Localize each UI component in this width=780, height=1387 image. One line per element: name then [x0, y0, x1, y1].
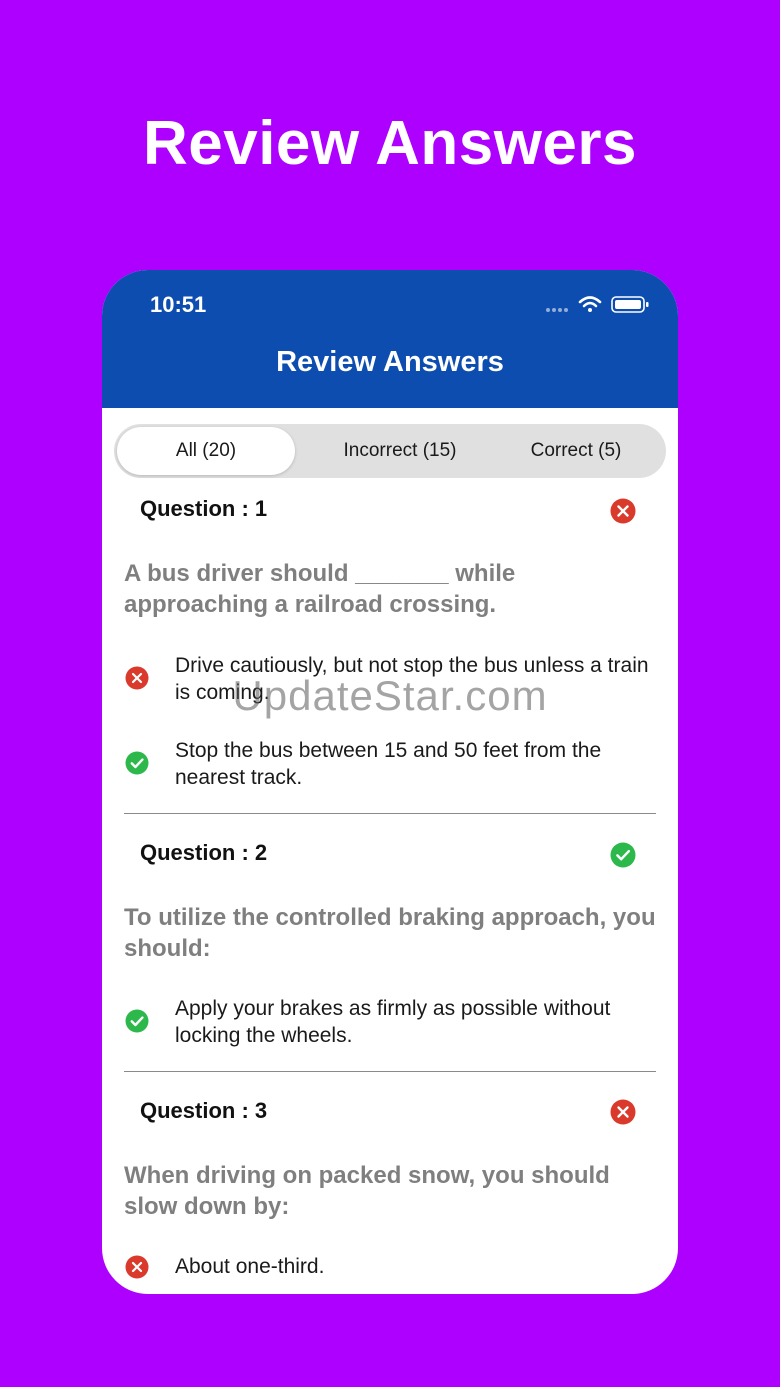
header-title: Review Answers — [276, 346, 504, 378]
filter-tabs: All (20) Incorrect (15) Correct (5) — [114, 424, 666, 478]
divider — [124, 1071, 656, 1072]
status-icons — [546, 294, 650, 314]
app-header: 10:51 Review Answers — [102, 270, 678, 408]
check-circle-icon — [125, 751, 149, 775]
x-circle-icon — [610, 498, 636, 524]
hero-title: Review Answers — [142, 109, 638, 178]
answer-text: About one-third. — [175, 1255, 325, 1278]
question-label: Question : 2 — [140, 840, 268, 865]
phone-screen: 10:51 Review Answers All (20) Incorrect … — [102, 270, 678, 1294]
tab-incorrect[interactable]: Incorrect (15) — [310, 424, 490, 478]
question-text: When driving on packed snow, you should … — [124, 1162, 610, 1220]
x-circle-icon — [125, 666, 149, 690]
x-circle-icon — [125, 1255, 149, 1279]
status-time: 10:51 — [150, 292, 207, 317]
question-label: Question : 1 — [140, 496, 268, 521]
question-text: A bus driver should _______ while approa… — [124, 560, 516, 618]
x-circle-icon — [610, 1099, 636, 1125]
answer-text: Drive cautiously, but not stop the bus u… — [175, 654, 649, 704]
question-text: To utilize the controlled braking approa… — [124, 904, 656, 962]
signal-dots-icon — [546, 308, 568, 312]
tab-all[interactable]: All (20) — [117, 427, 295, 475]
battery-icon — [611, 296, 649, 313]
tab-correct[interactable]: Correct (5) — [496, 424, 656, 478]
wifi-icon — [578, 296, 602, 312]
check-circle-icon — [125, 1009, 149, 1033]
divider — [124, 813, 656, 814]
answer-text: Stop the bus between 15 and 50 feet from… — [175, 739, 602, 789]
check-circle-icon — [610, 842, 636, 868]
question-label: Question : 3 — [140, 1098, 268, 1123]
answer-text: Apply your brakes as firmly as possible … — [175, 997, 611, 1047]
